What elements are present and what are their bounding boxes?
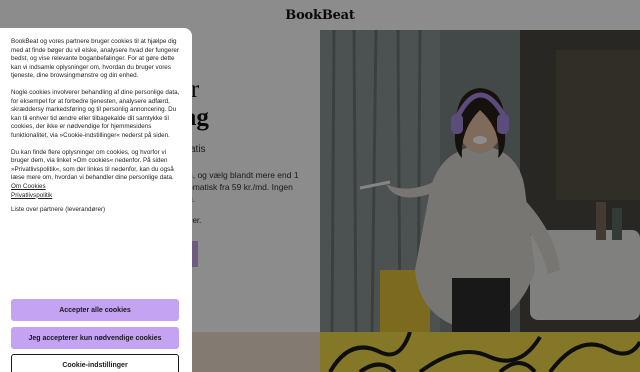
cookie-info-text: Du kan finde flere oplysninger om cookie… <box>11 148 174 182</box>
cookie-consent-dialog: BookBeat og vores partnere bruger cookie… <box>0 28 192 372</box>
partners-list-link[interactable]: Liste over partnere (leverandører) <box>11 206 181 215</box>
accept-all-cookies-button[interactable]: Accepter alle cookies <box>11 299 179 321</box>
cookie-data-text: Nogle cookies involverer behandling af d… <box>11 88 180 139</box>
accept-necessary-cookies-button[interactable]: Jeg accepterer kun nødvendige cookies <box>11 327 179 349</box>
cookie-settings-button[interactable]: Cookie-indstillinger <box>11 354 179 372</box>
privacy-policy-link[interactable]: Privatlivspolitik <box>11 192 181 201</box>
about-cookies-link[interactable]: Om Cookies <box>11 183 181 192</box>
cookie-intro-text: BookBeat og vores partnere bruger cookie… <box>11 38 180 80</box>
